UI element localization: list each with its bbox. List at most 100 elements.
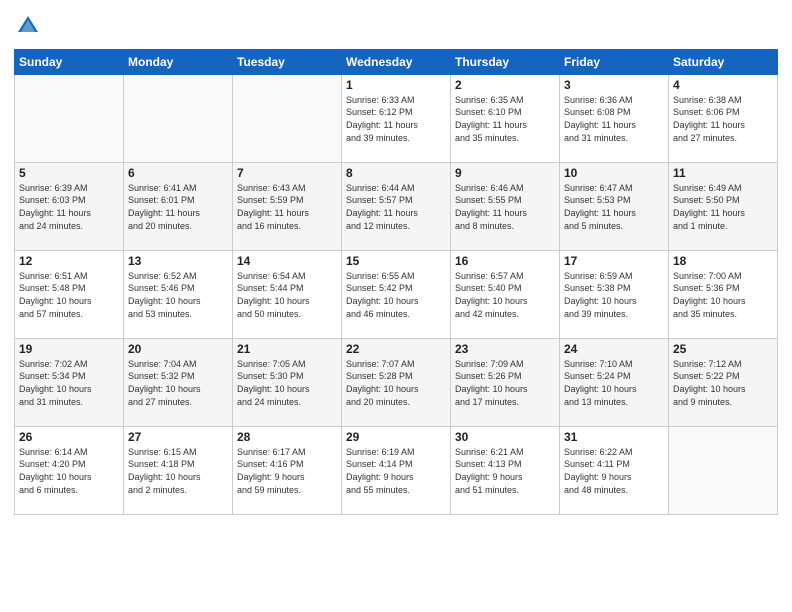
calendar: SundayMondayTuesdayWednesdayThursdayFrid… [14,49,778,515]
day-info: Sunrise: 6:43 AMSunset: 5:59 PMDaylight:… [237,182,337,232]
day-info: Sunrise: 6:17 AMSunset: 4:16 PMDaylight:… [237,446,337,496]
day-info: Sunrise: 7:07 AMSunset: 5:28 PMDaylight:… [346,358,446,408]
day-cell: 9 Sunrise: 6:46 AMSunset: 5:55 PMDaylight… [451,162,560,250]
day-info: Sunrise: 7:05 AMSunset: 5:30 PMDaylight:… [237,358,337,408]
day-info: Sunrise: 7:00 AMSunset: 5:36 PMDaylight:… [673,270,773,320]
day-info: Sunrise: 6:44 AMSunset: 5:57 PMDaylight:… [346,182,446,232]
day-cell: 3 Sunrise: 6:36 AMSunset: 6:08 PMDaylight… [560,74,669,162]
day-cell: 15 Sunrise: 6:55 AMSunset: 5:42 PMDayligh… [342,250,451,338]
day-info: Sunrise: 6:52 AMSunset: 5:46 PMDaylight:… [128,270,228,320]
day-number: 31 [564,430,664,444]
week-row-2: 12 Sunrise: 6:51 AMSunset: 5:48 PMDayligh… [15,250,778,338]
day-number: 16 [455,254,555,268]
day-number: 29 [346,430,446,444]
day-cell [15,74,124,162]
day-cell: 7 Sunrise: 6:43 AMSunset: 5:59 PMDaylight… [233,162,342,250]
day-number: 1 [346,78,446,92]
day-info: Sunrise: 7:10 AMSunset: 5:24 PMDaylight:… [564,358,664,408]
day-info: Sunrise: 6:41 AMSunset: 6:01 PMDaylight:… [128,182,228,232]
day-number: 24 [564,342,664,356]
day-number: 26 [19,430,119,444]
day-cell: 30 Sunrise: 6:21 AMSunset: 4:13 PMDayligh… [451,426,560,514]
day-number: 4 [673,78,773,92]
day-info: Sunrise: 6:39 AMSunset: 6:03 PMDaylight:… [19,182,119,232]
day-number: 12 [19,254,119,268]
day-cell: 24 Sunrise: 7:10 AMSunset: 5:24 PMDayligh… [560,338,669,426]
day-info: Sunrise: 6:35 AMSunset: 6:10 PMDaylight:… [455,94,555,144]
day-number: 21 [237,342,337,356]
day-cell: 13 Sunrise: 6:52 AMSunset: 5:46 PMDayligh… [124,250,233,338]
day-number: 2 [455,78,555,92]
day-info: Sunrise: 6:55 AMSunset: 5:42 PMDaylight:… [346,270,446,320]
day-header-thursday: Thursday [451,49,560,74]
day-info: Sunrise: 6:19 AMSunset: 4:14 PMDaylight:… [346,446,446,496]
day-info: Sunrise: 7:09 AMSunset: 5:26 PMDaylight:… [455,358,555,408]
day-cell: 22Sunrise: 7:07 AMSunset: 5:28 PMDayligh… [342,338,451,426]
day-cell [124,74,233,162]
day-cell: 23Sunrise: 7:09 AMSunset: 5:26 PMDayligh… [451,338,560,426]
day-header-friday: Friday [560,49,669,74]
day-cell [233,74,342,162]
day-cell: 14 Sunrise: 6:54 AMSunset: 5:44 PMDayligh… [233,250,342,338]
day-number: 3 [564,78,664,92]
day-cell: 17 Sunrise: 6:59 AMSunset: 5:38 PMDayligh… [560,250,669,338]
day-number: 8 [346,166,446,180]
day-cell: 21 Sunrise: 7:05 AMSunset: 5:30 PMDayligh… [233,338,342,426]
day-info: Sunrise: 6:14 AMSunset: 4:20 PMDaylight:… [19,446,119,496]
day-info: Sunrise: 6:15 AMSunset: 4:18 PMDaylight:… [128,446,228,496]
day-info: Sunrise: 6:21 AMSunset: 4:13 PMDaylight:… [455,446,555,496]
page: SundayMondayTuesdayWednesdayThursdayFrid… [0,0,792,612]
day-header-tuesday: Tuesday [233,49,342,74]
day-cell [669,426,778,514]
day-cell: 28 Sunrise: 6:17 AMSunset: 4:16 PMDayligh… [233,426,342,514]
day-number: 17 [564,254,664,268]
day-number: 13 [128,254,228,268]
day-info: Sunrise: 7:12 AMSunset: 5:22 PMDaylight:… [673,358,773,408]
day-cell: 8 Sunrise: 6:44 AMSunset: 5:57 PMDaylight… [342,162,451,250]
day-cell: 20 Sunrise: 7:04 AMSunset: 5:32 PMDayligh… [124,338,233,426]
day-number: 11 [673,166,773,180]
day-cell: 25 Sunrise: 7:12 AMSunset: 5:22 PMDayligh… [669,338,778,426]
day-number: 18 [673,254,773,268]
day-number: 7 [237,166,337,180]
day-cell: 10Sunrise: 6:47 AMSunset: 5:53 PMDayligh… [560,162,669,250]
day-number: 14 [237,254,337,268]
day-info: Sunrise: 6:22 AMSunset: 4:11 PMDaylight:… [564,446,664,496]
day-info: Sunrise: 6:49 AMSunset: 5:50 PMDaylight:… [673,182,773,232]
day-number: 15 [346,254,446,268]
week-row-1: 5 Sunrise: 6:39 AMSunset: 6:03 PMDaylight… [15,162,778,250]
day-number: 20 [128,342,228,356]
day-cell: 12 Sunrise: 6:51 AMSunset: 5:48 PMDayligh… [15,250,124,338]
day-info: Sunrise: 6:33 AMSunset: 6:12 PMDaylight:… [346,94,446,144]
day-header-sunday: Sunday [15,49,124,74]
day-cell: 11 Sunrise: 6:49 AMSunset: 5:50 PMDayligh… [669,162,778,250]
day-info: Sunrise: 6:54 AMSunset: 5:44 PMDaylight:… [237,270,337,320]
day-number: 25 [673,342,773,356]
day-header-monday: Monday [124,49,233,74]
day-cell: 27Sunrise: 6:15 AMSunset: 4:18 PMDayligh… [124,426,233,514]
week-row-4: 26 Sunrise: 6:14 AMSunset: 4:20 PMDayligh… [15,426,778,514]
day-number: 5 [19,166,119,180]
day-info: Sunrise: 6:59 AMSunset: 5:38 PMDaylight:… [564,270,664,320]
day-info: Sunrise: 6:47 AMSunset: 5:53 PMDaylight:… [564,182,664,232]
day-number: 19 [19,342,119,356]
day-number: 9 [455,166,555,180]
week-row-3: 19 Sunrise: 7:02 AMSunset: 5:34 PMDayligh… [15,338,778,426]
logo-icon [16,14,40,38]
day-cell: 5 Sunrise: 6:39 AMSunset: 6:03 PMDaylight… [15,162,124,250]
day-cell: 1 Sunrise: 6:33 AMSunset: 6:12 PMDaylight… [342,74,451,162]
day-info: Sunrise: 7:04 AMSunset: 5:32 PMDaylight:… [128,358,228,408]
day-info: Sunrise: 6:46 AMSunset: 5:55 PMDaylight:… [455,182,555,232]
day-header-saturday: Saturday [669,49,778,74]
day-cell: 29 Sunrise: 6:19 AMSunset: 4:14 PMDayligh… [342,426,451,514]
day-info: Sunrise: 7:02 AMSunset: 5:34 PMDaylight:… [19,358,119,408]
day-cell: 26 Sunrise: 6:14 AMSunset: 4:20 PMDayligh… [15,426,124,514]
day-info: Sunrise: 6:51 AMSunset: 5:48 PMDaylight:… [19,270,119,320]
day-number: 30 [455,430,555,444]
day-info: Sunrise: 6:36 AMSunset: 6:08 PMDaylight:… [564,94,664,144]
day-cell: 2 Sunrise: 6:35 AMSunset: 6:10 PMDaylight… [451,74,560,162]
day-cell: 18 Sunrise: 7:00 AMSunset: 5:36 PMDayligh… [669,250,778,338]
logo [14,14,40,43]
day-header-wednesday: Wednesday [342,49,451,74]
day-number: 28 [237,430,337,444]
